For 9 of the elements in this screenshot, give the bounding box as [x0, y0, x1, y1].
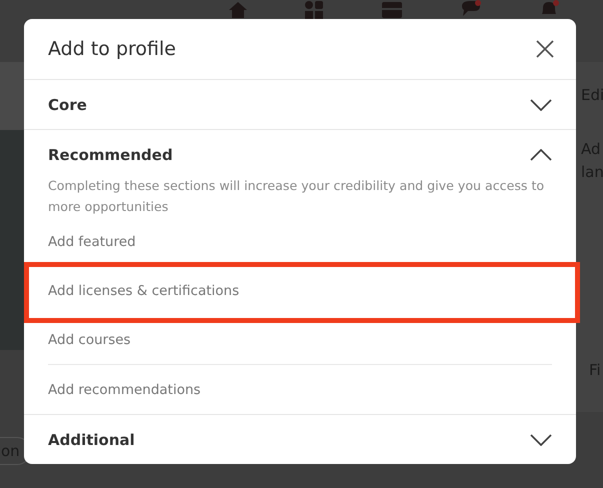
- dialog-title: Add to profile: [48, 38, 176, 60]
- add-section-link[interactable]: Add featured: [48, 234, 136, 250]
- section-header[interactable]: Core: [24, 80, 576, 129]
- section-header[interactable]: Additional: [24, 415, 576, 464]
- add-section-link[interactable]: Add courses: [48, 332, 131, 348]
- section-header[interactable]: Recommended: [24, 130, 576, 179]
- section-description: Completing these sections will increase your credibility and give you access to more opportunities: [48, 177, 546, 216]
- add-section-link[interactable]: Add licenses & certifications: [48, 282, 240, 298]
- add-section-link[interactable]: Add recommendations: [48, 382, 201, 398]
